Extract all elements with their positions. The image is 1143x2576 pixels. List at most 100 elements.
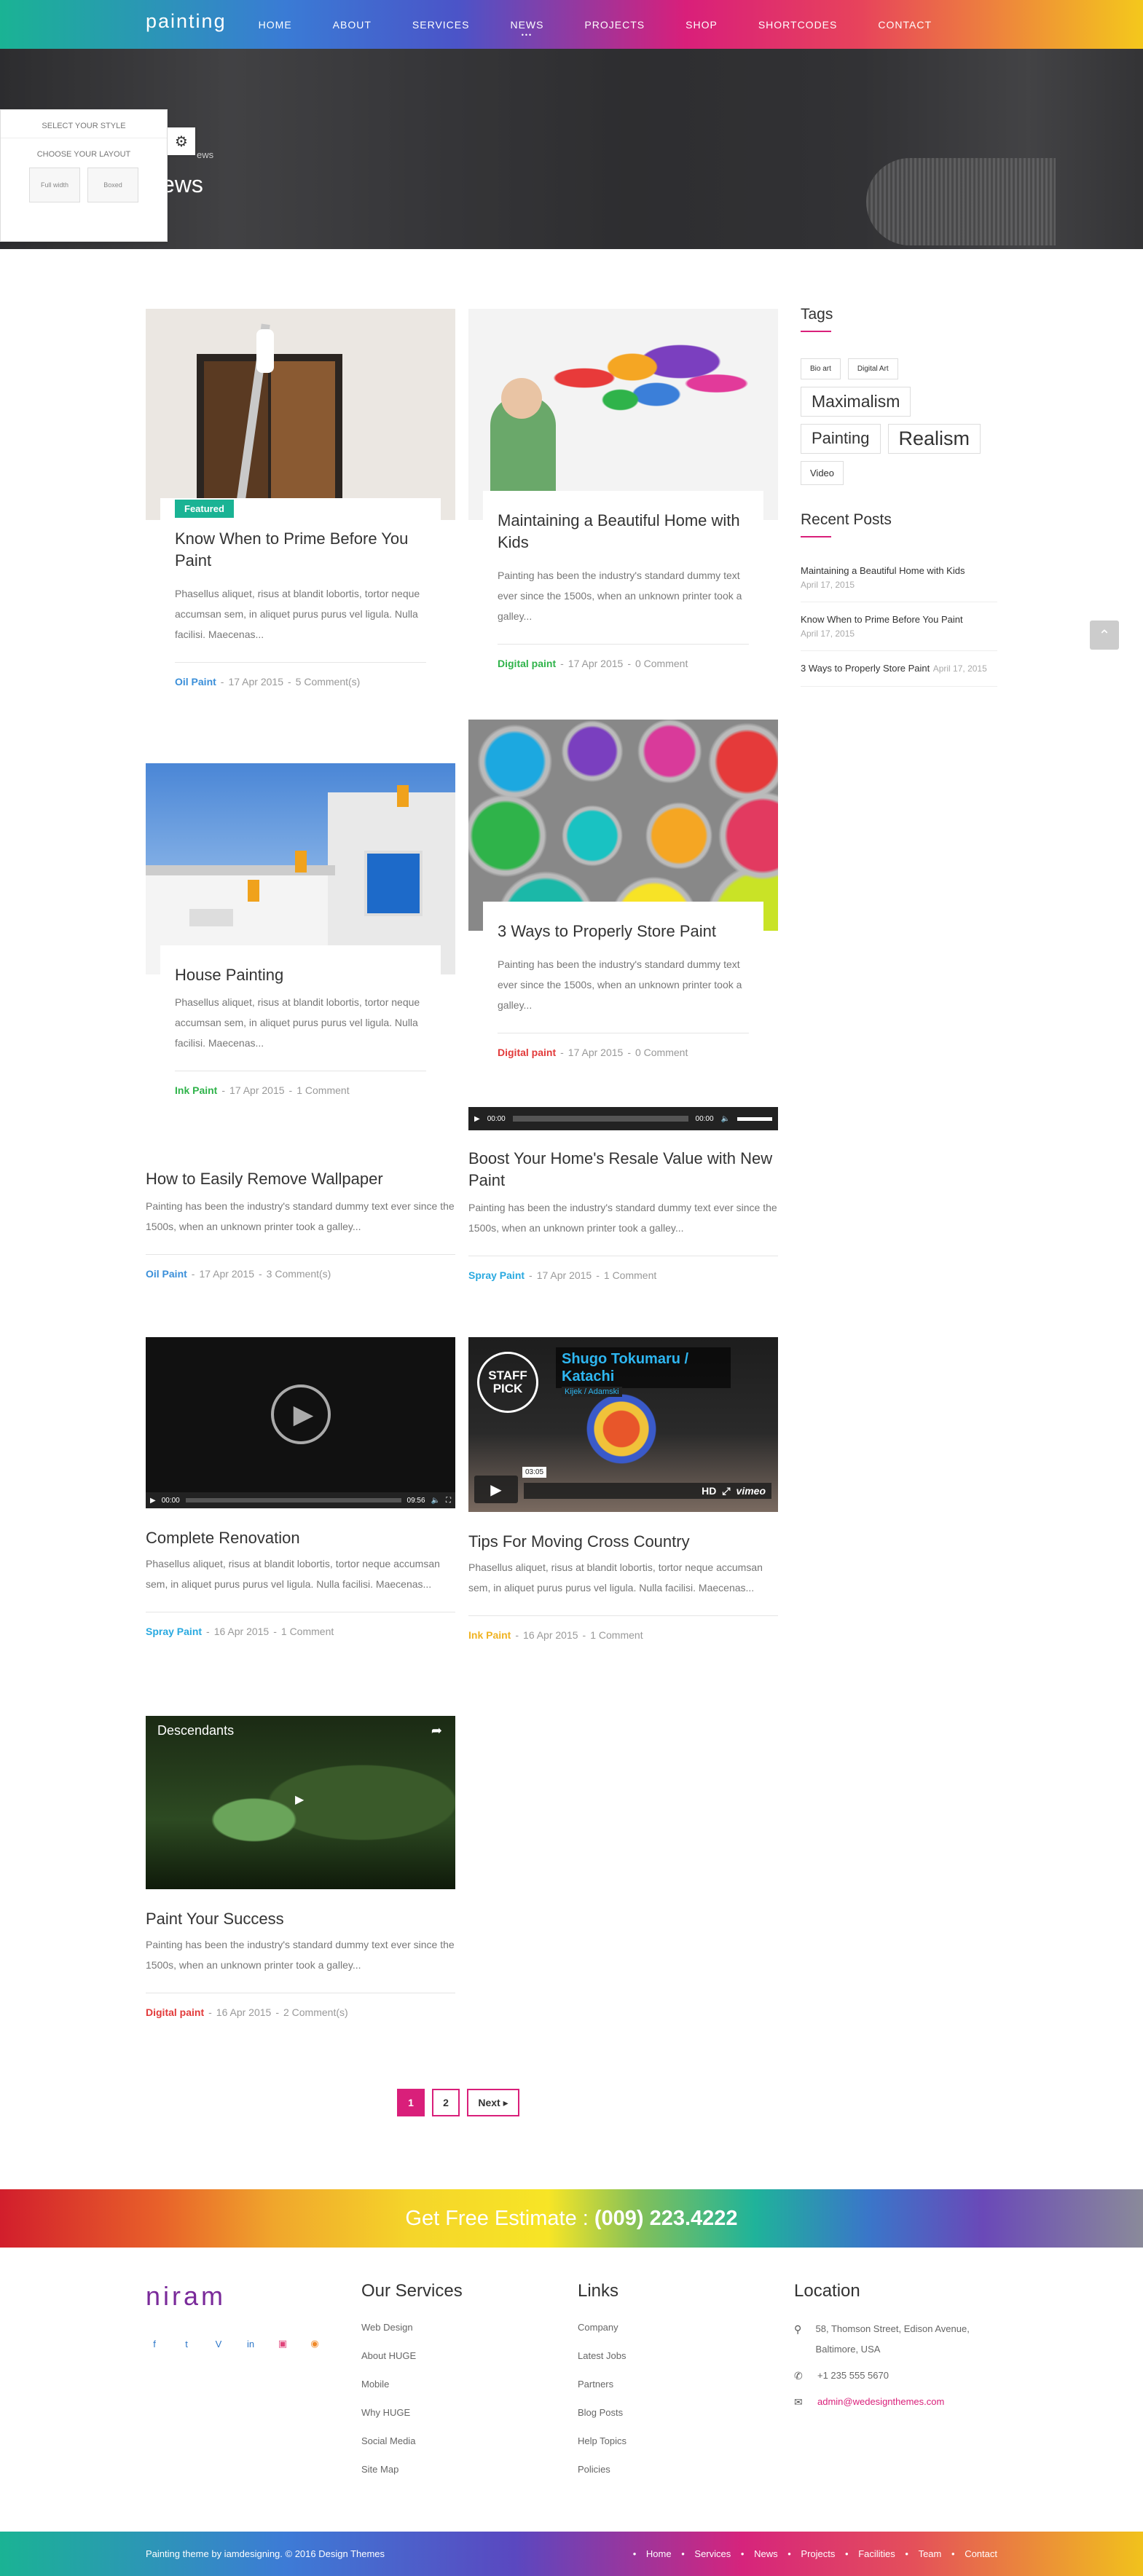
footer-link[interactable]: Why HUGE: [361, 2407, 463, 2435]
footer-link[interactable]: Partners: [578, 2379, 627, 2407]
footer-link[interactable]: Mobile: [361, 2379, 463, 2407]
phone[interactable]: +1 235 555 5670: [817, 2366, 889, 2386]
post-date[interactable]: 16 Apr 2015: [216, 2006, 272, 2018]
post-title[interactable]: How to Easily Remove Wallpaper: [146, 1168, 455, 1190]
post-image[interactable]: [146, 763, 455, 974]
post-title[interactable]: Maintaining a Beautiful Home with Kids: [498, 510, 749, 554]
post-image[interactable]: [468, 720, 778, 931]
footer-link[interactable]: Help Topics: [578, 2435, 627, 2464]
post-comments[interactable]: 2 Comment(s): [283, 2006, 348, 2018]
post-title[interactable]: Know When to Prime Before You Paint: [175, 528, 426, 572]
video-progress-bar[interactable]: [185, 1498, 401, 1502]
tag-item[interactable]: Painting: [801, 424, 881, 454]
back-to-top-icon[interactable]: ⌃: [1090, 621, 1119, 650]
estimate-phone[interactable]: (009) 223.4222: [594, 2207, 738, 2231]
volume-icon[interactable]: 🔈: [721, 1115, 730, 1123]
youtube-video-title[interactable]: Descendants: [157, 1723, 234, 1738]
volume-slider[interactable]: [737, 1116, 772, 1121]
post-category[interactable]: Ink Paint: [468, 1629, 511, 1641]
recent-post-link[interactable]: Know When to Prime Before You Paint: [801, 614, 963, 625]
gear-icon[interactable]: ⚙: [168, 127, 195, 155]
rss-icon[interactable]: ◉: [306, 2335, 323, 2352]
post-title[interactable]: Complete Renovation: [146, 1527, 455, 1549]
post-comments[interactable]: 1 Comment: [590, 1629, 643, 1641]
nav-about[interactable]: ABOUT: [333, 19, 372, 31]
bottom-link[interactable]: Team: [919, 2548, 942, 2559]
nav-projects[interactable]: PROJECTS: [584, 19, 645, 31]
youtube-player[interactable]: Descendants ➦ ▶: [146, 1716, 455, 1889]
tag-item[interactable]: Maximalism: [801, 387, 911, 417]
fullscreen-icon[interactable]: ⤢: [722, 1485, 730, 1497]
post-date[interactable]: 17 Apr 2015: [568, 658, 624, 669]
vimeo-icon[interactable]: V: [210, 2335, 227, 2352]
share-icon[interactable]: ➦: [431, 1723, 442, 1738]
post-category[interactable]: Digital paint: [498, 1047, 556, 1058]
site-logo[interactable]: painting: [146, 10, 227, 33]
footer-link[interactable]: Latest Jobs: [578, 2350, 627, 2379]
tag-item[interactable]: Bio art: [801, 358, 841, 379]
post-comments[interactable]: 1 Comment: [281, 1626, 334, 1637]
footer-link[interactable]: About HUGE: [361, 2350, 463, 2379]
post-comments[interactable]: 0 Comment: [635, 658, 688, 669]
post-image[interactable]: [468, 309, 778, 520]
play-icon[interactable]: ▶: [295, 1792, 304, 1807]
vimeo-player[interactable]: STAFF PICK Shugo Tokumaru / Katachi Kije…: [468, 1337, 778, 1512]
vimeo-author[interactable]: Kijek / Adamski: [562, 1387, 622, 1397]
video-player[interactable]: ▶ ▶ 00:00 09:56 🔈 ⛶: [146, 1337, 455, 1508]
nav-shortcodes[interactable]: SHORTCODES: [758, 19, 838, 31]
play-icon[interactable]: ▶: [474, 1115, 480, 1123]
nav-contact[interactable]: CONTACT: [878, 19, 932, 31]
nav-home[interactable]: HOME: [259, 19, 292, 31]
twitter-icon[interactable]: t: [178, 2335, 195, 2352]
bottom-link[interactable]: Contact: [965, 2548, 997, 2559]
post-category[interactable]: Spray Paint: [146, 1626, 202, 1637]
footer-link[interactable]: Social Media: [361, 2435, 463, 2464]
bottom-link[interactable]: Home: [646, 2548, 672, 2559]
page-1-button[interactable]: 1: [397, 2089, 425, 2116]
linkedin-icon[interactable]: in: [242, 2335, 259, 2352]
breadcrumb[interactable]: ews: [197, 149, 213, 160]
recent-post-link[interactable]: Maintaining a Beautiful Home with Kids: [801, 565, 965, 576]
post-date[interactable]: 16 Apr 2015: [214, 1626, 270, 1637]
vimeo-logo[interactable]: vimeo: [737, 1485, 766, 1497]
post-comments[interactable]: 5 Comment(s): [296, 676, 361, 688]
nav-news[interactable]: NEWS: [510, 19, 543, 31]
post-comments[interactable]: 3 Comment(s): [267, 1268, 331, 1280]
post-comments[interactable]: 0 Comment: [635, 1047, 688, 1058]
vimeo-video-title[interactable]: Shugo Tokumaru / Katachi: [556, 1347, 731, 1388]
play-icon[interactable]: ▶: [150, 1497, 156, 1505]
post-title[interactable]: Boost Your Home's Resale Value with New …: [468, 1148, 778, 1192]
post-category[interactable]: Spray Paint: [468, 1269, 525, 1281]
post-category[interactable]: Ink Paint: [175, 1084, 217, 1096]
post-category[interactable]: Digital paint: [146, 2006, 204, 2018]
bottom-link[interactable]: Services: [694, 2548, 731, 2559]
page-2-button[interactable]: 2: [432, 2089, 460, 2116]
flickr-icon[interactable]: ▣: [274, 2335, 291, 2352]
footer-link[interactable]: Company: [578, 2322, 627, 2350]
nav-services[interactable]: SERVICES: [412, 19, 470, 31]
facebook-icon[interactable]: f: [146, 2335, 163, 2352]
post-image[interactable]: [146, 309, 455, 520]
tag-item[interactable]: Digital Art: [847, 358, 898, 379]
post-title[interactable]: 3 Ways to Properly Store Paint: [498, 921, 749, 942]
footer-logo[interactable]: niram: [146, 2281, 226, 2312]
audio-player[interactable]: ▶ 00:00 00:00 🔈: [468, 1107, 778, 1130]
post-date[interactable]: 17 Apr 2015: [228, 676, 283, 688]
post-title[interactable]: Tips For Moving Cross Country: [468, 1531, 778, 1553]
play-icon[interactable]: ▶: [270, 1384, 331, 1444]
post-category[interactable]: Oil Paint: [175, 676, 216, 688]
bottom-link[interactable]: News: [754, 2548, 778, 2559]
fullscreen-icon[interactable]: ⛶: [446, 1497, 451, 1505]
tag-item[interactable]: Video: [801, 461, 844, 485]
bottom-link[interactable]: Facilities: [858, 2548, 895, 2559]
post-date[interactable]: 16 Apr 2015: [523, 1629, 578, 1641]
next-page-button[interactable]: Next ▸: [467, 2089, 519, 2116]
post-date[interactable]: 17 Apr 2015: [537, 1269, 592, 1281]
footer-link[interactable]: Site Map: [361, 2464, 463, 2492]
bottom-link[interactable]: Projects: [801, 2548, 835, 2559]
hd-icon[interactable]: HD: [702, 1485, 716, 1497]
email[interactable]: admin@wedesignthemes.com: [817, 2392, 944, 2412]
post-comments[interactable]: 1 Comment: [604, 1269, 656, 1281]
post-date[interactable]: 17 Apr 2015: [568, 1047, 624, 1058]
tag-item[interactable]: Realism: [887, 424, 981, 454]
